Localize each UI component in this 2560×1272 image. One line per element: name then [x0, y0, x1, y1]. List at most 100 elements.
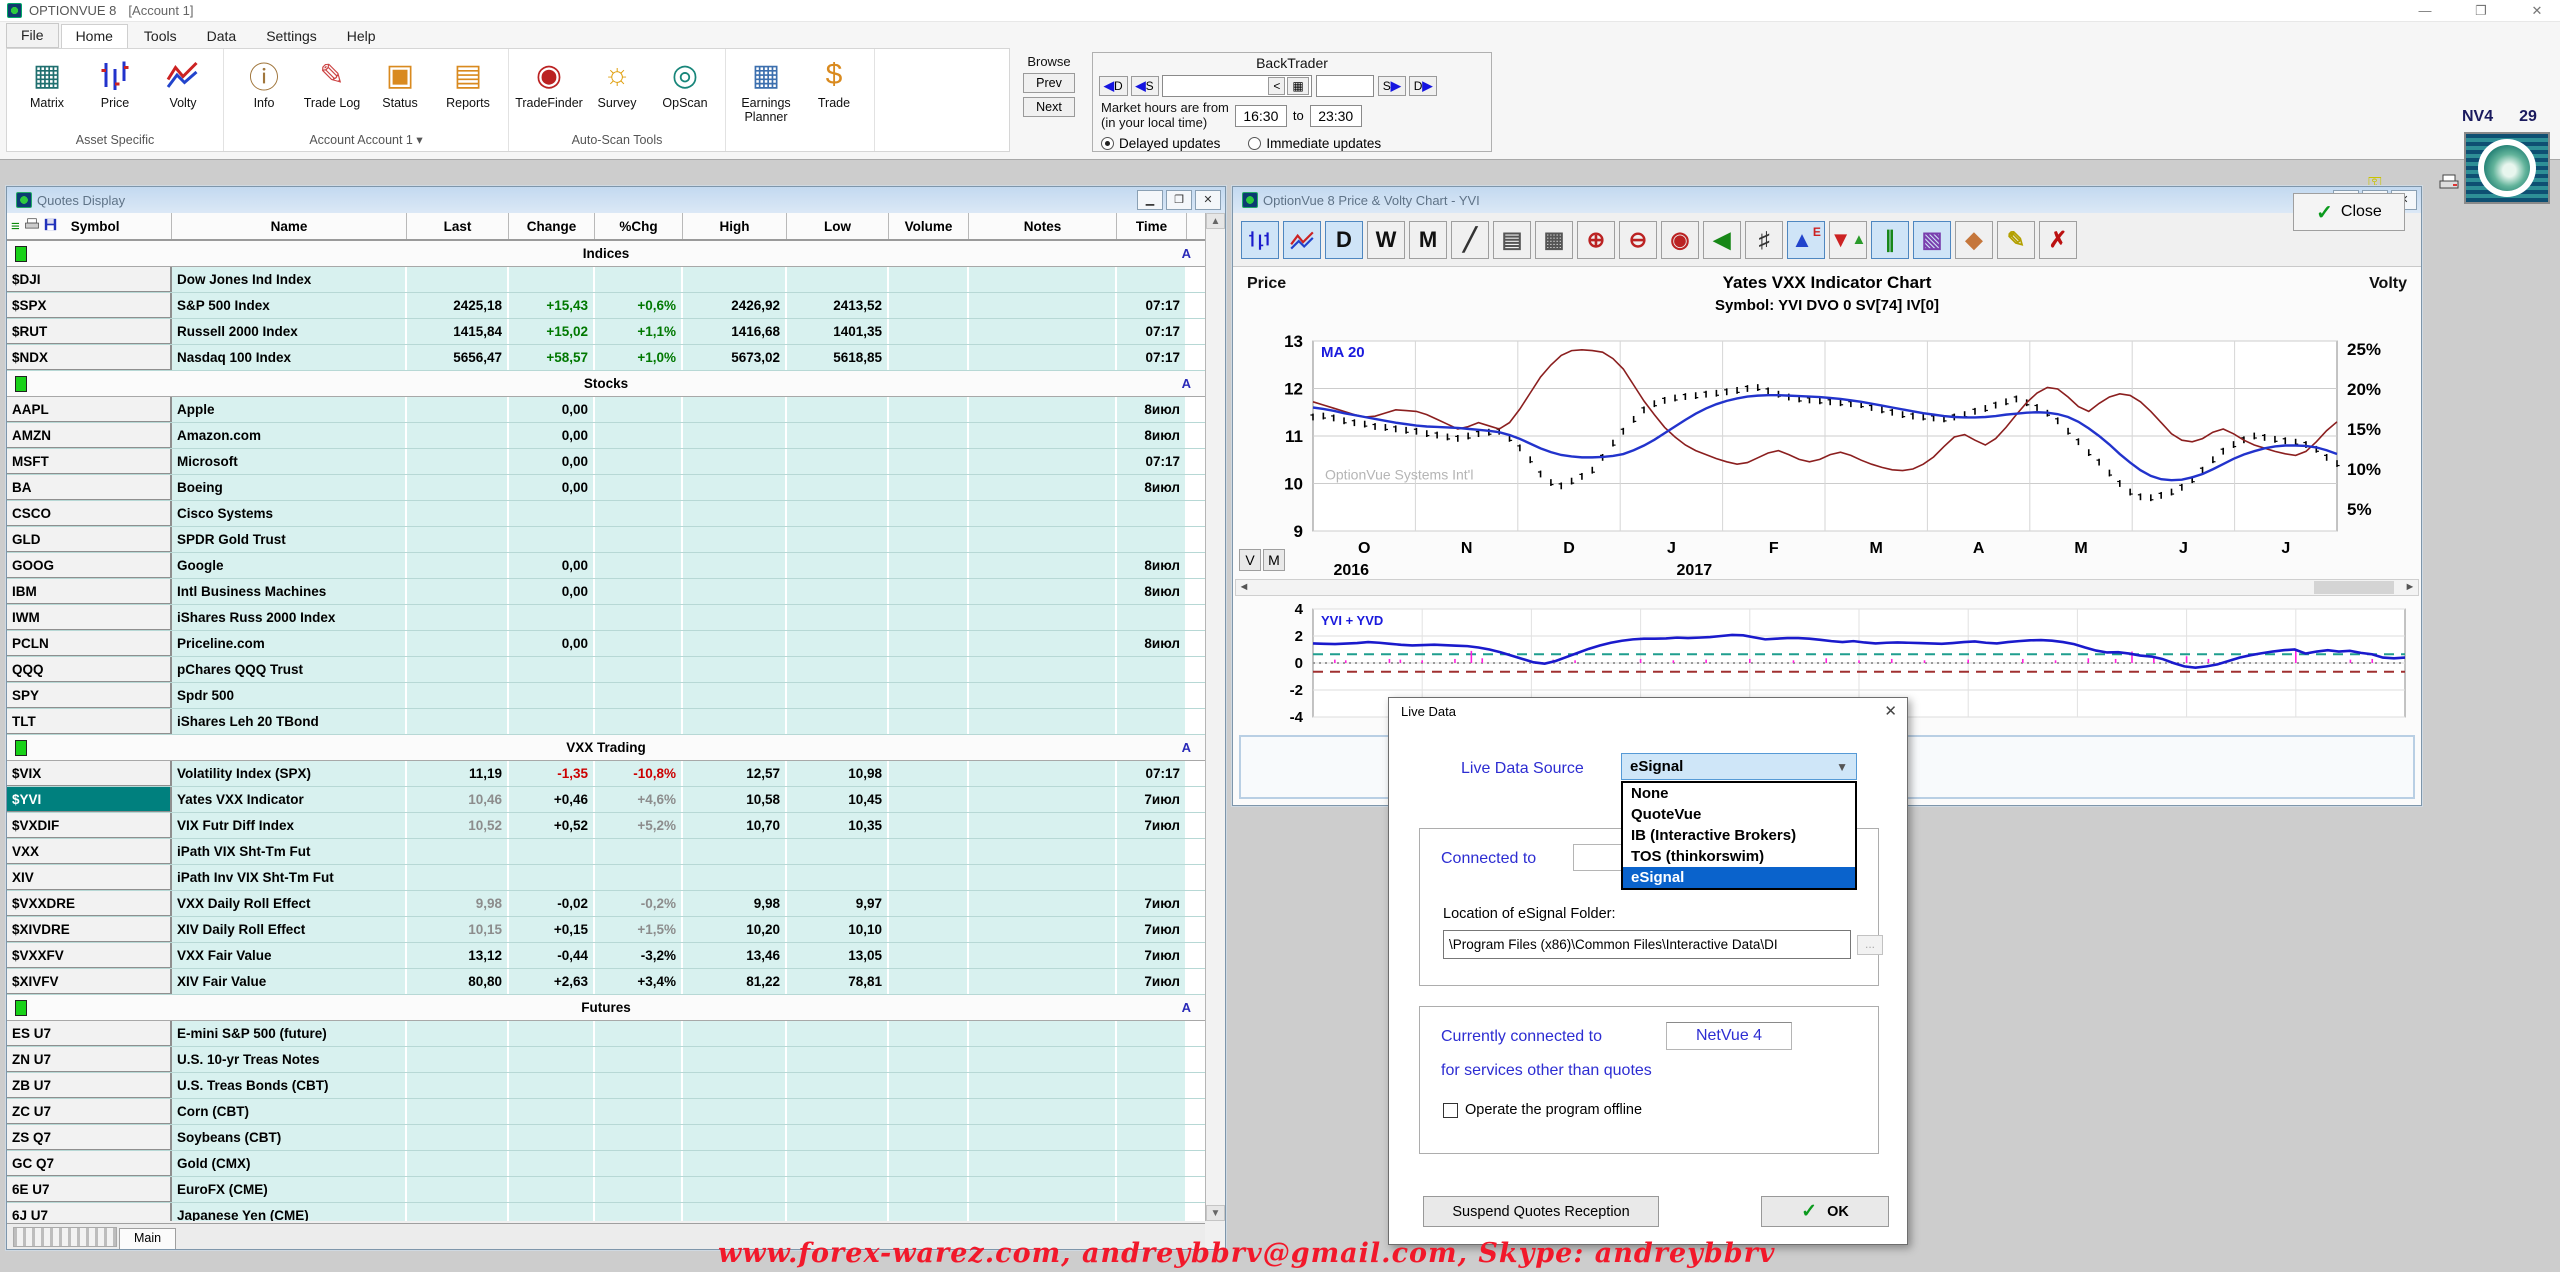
close-button[interactable]: ✕ — [2514, 0, 2560, 22]
symbol-cell[interactable]: GC Q7 — [7, 1151, 172, 1176]
back-arrow-icon[interactable]: ◀ — [1703, 221, 1741, 259]
target-icon[interactable]: ◉ — [1661, 221, 1699, 259]
quote-row-xivdre[interactable]: $XIVDREXIV Daily Roll Effect10,15+0,15+1… — [7, 917, 1205, 943]
tab-main[interactable]: Main — [119, 1228, 176, 1249]
menu-tab-file[interactable]: File — [6, 23, 59, 48]
menu-tab-data[interactable]: Data — [193, 25, 251, 48]
to-time-field[interactable]: 23:30 — [1310, 105, 1362, 127]
opscan-button[interactable]: ◎OpScan — [653, 53, 717, 111]
trendline-icon[interactable]: ╱ — [1451, 221, 1489, 259]
line-chart-icon[interactable] — [1283, 221, 1321, 259]
group-row-futures[interactable]: FuturesA — [7, 995, 1205, 1021]
symbol-cell[interactable]: GLD — [7, 527, 172, 552]
source-option-esignal[interactable]: eSignal — [1623, 867, 1855, 888]
scroll-down-icon[interactable]: ▼ — [1206, 1205, 1225, 1221]
status-button[interactable]: ▣Status — [368, 53, 432, 111]
quote-row-ba[interactable]: BABoeing0,008июл — [7, 475, 1205, 501]
group-row-vxx-trading[interactable]: VXX TradingA — [7, 735, 1205, 761]
symbol-cell[interactable]: $RUT — [7, 319, 172, 344]
next-button[interactable]: Next — [1023, 97, 1075, 117]
period-button-m[interactable]: M — [1263, 549, 1285, 571]
dialog-close-icon[interactable]: ✕ — [1884, 702, 1897, 720]
symbol-cell[interactable]: XIV — [7, 865, 172, 890]
monthly-button[interactable]: M — [1409, 221, 1447, 259]
hilo-bars-icon[interactable] — [1241, 221, 1279, 259]
quote-row-xiv[interactable]: XIViPath Inv VIX Sht-Tm Fut — [7, 865, 1205, 891]
symbol-cell[interactable]: TLT — [7, 709, 172, 734]
offline-checkbox[interactable] — [1443, 1103, 1458, 1118]
column-header-last[interactable]: Last — [407, 213, 509, 239]
symbol-cell[interactable]: IWM — [7, 605, 172, 630]
quote-row-pcln[interactable]: PCLNPriceline.com0,008июл — [7, 631, 1205, 657]
zoom-out-icon[interactable]: ⊖ — [1619, 221, 1657, 259]
symbol-cell[interactable]: 6E U7 — [7, 1177, 172, 1202]
quote-row-tlt[interactable]: TLTiShares Leh 20 TBond — [7, 709, 1205, 735]
backtrader-date-input[interactable]: < ▦ — [1162, 75, 1312, 97]
quote-row-iwm[interactable]: IWMiShares Russ 2000 Index — [7, 605, 1205, 631]
scroll-left-icon[interactable]: ◄ — [1236, 580, 1252, 595]
source-option-none[interactable]: None — [1623, 783, 1855, 804]
menu-tab-settings[interactable]: Settings — [252, 25, 331, 48]
volty-button[interactable]: Volty — [151, 53, 215, 111]
quote-row-ndx[interactable]: $NDXNasdaq 100 Index5656,47+58,57+1,0%56… — [7, 345, 1205, 371]
close-chart-button[interactable]: ✓Close — [2293, 193, 2405, 231]
calendar-icon[interactable]: ▦ — [1287, 77, 1308, 95]
quote-row-esu7[interactable]: ES U7E-mini S&P 500 (future) — [7, 1021, 1205, 1047]
quote-row-zcu7[interactable]: ZC U7Corn (CBT) — [7, 1099, 1205, 1125]
dialog-titlebar[interactable]: Live Data ✕ — [1389, 698, 1907, 724]
menu-tab-help[interactable]: Help — [333, 25, 390, 48]
menu-icon[interactable]: ≡ — [11, 219, 20, 234]
quote-row-msft[interactable]: MSFTMicrosoft0,0007:17 — [7, 449, 1205, 475]
zoom-in-icon[interactable]: ⊕ — [1577, 221, 1615, 259]
source-option-quotevue[interactable]: QuoteVue — [1623, 804, 1855, 825]
tradefinder-button[interactable]: ◉TradeFinder — [517, 53, 581, 111]
trade-log-button[interactable]: ✎Trade Log — [300, 53, 364, 111]
tab-scroll-grip[interactable] — [13, 1227, 117, 1247]
chart-titlebar[interactable]: OptionVue 8 Price & Volty Chart - YVI ▁ … — [1233, 187, 2421, 213]
source-option-tos-thinkorswim-[interactable]: TOS (thinkorswim) — [1623, 846, 1855, 867]
daily-button[interactable]: D — [1325, 221, 1363, 259]
symbol-cell[interactable]: AMZN — [7, 423, 172, 448]
quote-row-6ju7[interactable]: 6J U7Japanese Yen (CME) — [7, 1203, 1205, 1221]
quote-row-xivfv[interactable]: $XIVFVXIV Fair Value80,80+2,63+3,4%81,22… — [7, 969, 1205, 995]
column-header-notes[interactable]: Notes — [969, 213, 1117, 239]
column-header-volume[interactable]: Volume — [889, 213, 969, 239]
symbol-cell[interactable]: $VIX — [7, 761, 172, 786]
weekly-button[interactable]: W — [1367, 221, 1405, 259]
symbol-cell[interactable]: $XIVDRE — [7, 917, 172, 942]
quote-row-zsq7[interactable]: ZS Q7Soybeans (CBT) — [7, 1125, 1205, 1151]
menu-tab-home[interactable]: Home — [61, 24, 128, 49]
column-header-change[interactable]: Change — [509, 213, 595, 239]
symbol-cell[interactable]: QQQ — [7, 657, 172, 682]
quote-row-6eu7[interactable]: 6E U7EuroFX (CME) — [7, 1177, 1205, 1203]
updown-triangles-icon[interactable]: ▼▲ — [1829, 221, 1867, 259]
quote-row-vxxfv[interactable]: $VXXFVVXX Fair Value13,12-0,44-3,2%13,46… — [7, 943, 1205, 969]
date-back-icon[interactable]: < — [1268, 77, 1285, 95]
symbol-cell[interactable]: CSCO — [7, 501, 172, 526]
quote-row-gcq7[interactable]: GC Q7Gold (CMX) — [7, 1151, 1205, 1177]
column-header-symbol[interactable]: ≡Symbol — [7, 213, 172, 239]
quote-row-gld[interactable]: GLDSPDR Gold Trust — [7, 527, 1205, 553]
symbol-cell[interactable]: $VXXFV — [7, 943, 172, 968]
quote-row-amzn[interactable]: AMZNAmazon.com0,008июл — [7, 423, 1205, 449]
quote-row-vix[interactable]: $VIXVolatility Index (SPX)11,19-1,35-10,… — [7, 761, 1205, 787]
trade-button[interactable]: $Trade — [802, 53, 866, 111]
symbol-cell[interactable]: $VXXDRE — [7, 891, 172, 916]
printer-icon[interactable] — [24, 218, 40, 234]
price-button[interactable]: Price — [83, 53, 147, 111]
chart-hscrollbar[interactable]: ◄ ► — [1235, 579, 2419, 596]
suspend-quotes-button[interactable]: Suspend Quotes Reception — [1423, 1196, 1659, 1227]
quote-row-rut[interactable]: $RUTRussell 2000 Index1415,84+15,02+1,1%… — [7, 319, 1205, 345]
sliders-icon[interactable]: ♯ — [1745, 221, 1783, 259]
quote-row-znu7[interactable]: ZN U7U.S. 10-yr Treas Notes — [7, 1047, 1205, 1073]
group-row-indices[interactable]: IndicesA — [7, 241, 1205, 267]
symbol-cell[interactable]: IBM — [7, 579, 172, 604]
symbol-cell[interactable]: ZS Q7 — [7, 1125, 172, 1150]
quote-row-vxxdre[interactable]: $VXXDREVXX Daily Roll Effect9,98-0,02-0,… — [7, 891, 1205, 917]
calendar-icon[interactable]: ▦ — [1535, 221, 1573, 259]
quotes-close-button[interactable]: ✕ — [1195, 190, 1221, 210]
quotes-vscrollbar[interactable]: ▲ ▼ — [1205, 213, 1225, 1221]
earnings-planner-button[interactable]: ▦Earnings Planner — [734, 53, 798, 125]
symbol-cell[interactable]: MSFT — [7, 449, 172, 474]
minimize-button[interactable]: — — [2402, 0, 2448, 22]
